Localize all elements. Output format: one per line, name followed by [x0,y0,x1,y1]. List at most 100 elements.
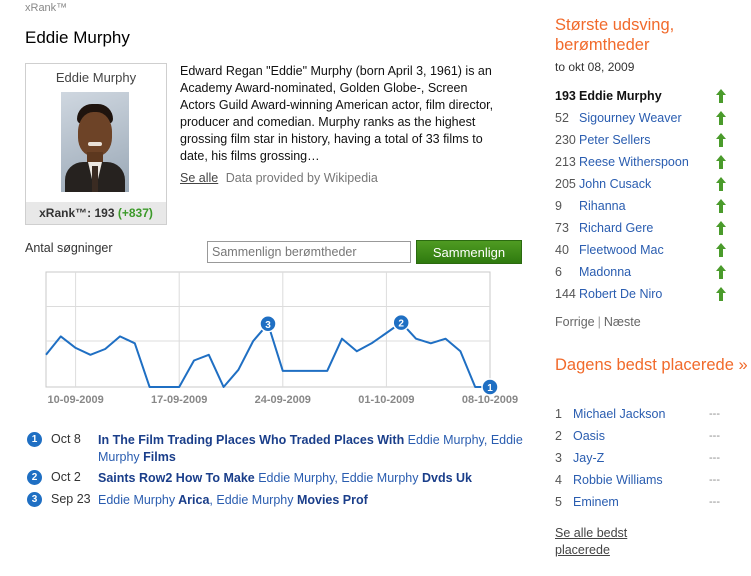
top-change: --- [709,474,720,486]
pager-separator: | [597,315,601,329]
event-marker-icon: 2 [27,470,42,485]
movers-list: 193 Eddie Murphy 52 Sigourney Weaver 230 Pete… [555,85,735,305]
top-today-title[interactable]: Dagens bedst placerede » [555,355,748,375]
top-name-link[interactable]: Oasis [573,425,605,447]
mover-rank: 52 [555,111,569,125]
mover-name-link[interactable]: John Cusack [579,173,651,195]
event-headline-part: Eddie Murphy [98,493,176,507]
mover-name-link[interactable]: Eddie Murphy [579,85,662,107]
up-arrow-icon [716,133,726,147]
event-marker-icon: 3 [27,492,42,507]
up-arrow-icon [716,265,726,279]
top-rank: 1 [555,407,562,421]
top-name-link[interactable]: Robbie Williams [573,469,663,491]
mover-name-link[interactable]: Peter Sellers [579,129,651,151]
mover-item: 6 Madonna [555,261,735,283]
next-link[interactable]: Næste [604,315,641,329]
top-rank: 4 [555,473,562,487]
mover-rank: 144 [555,287,576,301]
up-arrow-icon [716,287,726,301]
chart-x-tick-label: 08-10-2009 [462,394,518,406]
mover-rank: 213 [555,155,576,169]
mover-item: 205 John Cusack [555,173,735,195]
mover-rank: 205 [555,177,576,191]
mover-item: 193 Eddie Murphy [555,85,735,107]
event-date: Oct 2 [51,470,81,484]
see-all-top-link[interactable]: Se alle bedst placerede [555,525,665,559]
top-item: 5 Eminem --- [555,491,735,513]
event-headline-link[interactable]: Eddie Murphy Arica, Eddie Murphy Movies … [98,492,528,509]
event-headline-part: In The Film Trading Places Who Traded Pl… [98,433,405,447]
chart-x-tick-label: 17-09-2009 [151,394,207,406]
mover-rank: 73 [555,221,569,235]
chart-x-tick-label: 10-09-2009 [47,394,103,406]
mover-item: 9 Rihanna [555,195,735,217]
mover-rank: 9 [555,199,562,213]
previous-link[interactable]: Forrige [555,315,595,329]
mover-name-link[interactable]: Reese Witherspoon [579,151,689,173]
mover-rank: 6 [555,265,562,279]
searches-label: Antal søgninger [25,241,113,255]
xrank-score: xRank™: 193 (+837) [26,202,166,224]
mover-rank: 230 [555,133,576,147]
top-change: --- [709,408,720,420]
mover-name-link[interactable]: Rihanna [579,195,626,217]
event-headline-part: Saints Row2 How To Make [98,471,255,485]
mover-item: 52 Sigourney Weaver [555,107,735,129]
mover-item: 230 Peter Sellers [555,129,735,151]
event-headline-part: Arica [175,493,210,507]
top-name-link[interactable]: Michael Jackson [573,403,665,425]
chart-x-tick-label: 24-09-2009 [255,394,311,406]
top-name-link[interactable]: Eminem [573,491,619,513]
top-change: --- [709,496,720,508]
mover-name-link[interactable]: Sigourney Weaver [579,107,682,129]
bio-footer: Se alle Data provided by Wikipedia [180,171,378,185]
up-arrow-icon [716,199,726,213]
mover-name-link[interactable]: Richard Gere [579,217,653,239]
event-headline-link[interactable]: In The Film Trading Places Who Traded Pl… [98,432,528,466]
compare-button[interactable]: Sammenlign [416,240,522,264]
page-title: Eddie Murphy [25,28,130,47]
profile-card-name: Eddie Murphy [55,70,137,85]
chart-event-marker-label: 2 [398,319,404,330]
biography-text: Edward Regan "Eddie" Murphy (born April … [180,64,494,163]
event-item: 3 Sep 23 Eddie Murphy Arica, Eddie Murphy … [25,490,525,512]
chart-event-marker-label: 1 [487,383,493,394]
chart-event-marker-label: 3 [265,320,271,331]
top-item: 1 Michael Jackson --- [555,403,735,425]
event-headline-link[interactable]: Saints Row2 How To Make Eddie Murphy, Ed… [98,470,528,487]
celebrity-photo[interactable] [61,92,129,192]
event-headline-part: Dvds Uk [418,471,472,485]
search-volume-chart: 3 2 1 10-09-2009 17-09-2009 24-09-2009 01-10-… [45,271,518,406]
brand-logo: xRank™ [25,2,68,14]
movers-pager: Forrige | Næste [555,315,641,329]
top-name-link[interactable]: Jay-Z [573,447,604,469]
movers-title: Største udsving, berømtheder [555,16,675,54]
compare-celebrities-input[interactable] [207,241,411,263]
event-marker-icon: 1 [27,432,42,447]
xrank-value: xRank™: 193 [39,206,115,220]
see-all-link[interactable]: Se alle [180,171,218,185]
top-rank: 2 [555,429,562,443]
mover-name-link[interactable]: Fleetwood Mac [579,239,664,261]
up-arrow-icon [716,111,726,125]
up-arrow-icon [716,221,726,235]
mover-item: 73 Richard Gere [555,217,735,239]
up-arrow-icon [716,177,726,191]
event-headline-part: , Eddie Murphy [209,493,294,507]
top-item: 3 Jay-Z --- [555,447,735,469]
data-source-note: Data provided by Wikipedia [225,171,378,185]
top-today-list: 1 Michael Jackson --- 2 Oasis --- 3 Jay-Z --- 4 Ro… [555,403,735,513]
mover-name-link[interactable]: Robert De Niro [579,283,662,305]
up-arrow-icon [716,155,726,169]
event-headline-part: Movies Prof [293,493,368,507]
top-item: 2 Oasis --- [555,425,735,447]
xrank-delta: (+837) [117,206,153,220]
movers-date: to okt 08, 2009 [555,60,635,74]
mover-rank: 40 [555,243,569,257]
event-list: 1 Oct 8 In The Film Trading Places Who Tra… [25,430,525,512]
top-change: --- [709,452,720,464]
mover-name-link[interactable]: Madonna [579,261,631,283]
up-arrow-icon [716,243,726,257]
mover-rank: 193 [555,89,576,103]
